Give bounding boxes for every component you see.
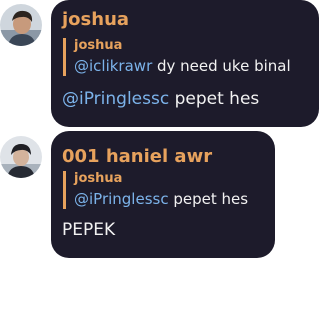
author-name[interactable]: joshua [62, 9, 129, 30]
reply-text-content: pepet hes [168, 190, 249, 208]
message-bubble[interactable]: joshua joshua @iclikrawr dy need uke bin… [51, 0, 319, 127]
message-text: PEPEK [62, 220, 116, 240]
mention-link[interactable]: @iPringlessc [62, 89, 169, 109]
reply-author: joshua [74, 171, 123, 186]
mention-link[interactable]: @iclikrawr [74, 57, 152, 75]
avatar[interactable] [0, 4, 42, 46]
author-name[interactable]: 001 haniel awr [62, 146, 212, 167]
avatar[interactable] [0, 136, 42, 178]
reply-text-content: dy need uke binal [152, 57, 291, 75]
message-text-content: pepet hes [169, 89, 260, 109]
reply-text: @iPringlessc pepet hes [74, 189, 248, 209]
mention-link[interactable]: @iPringlessc [74, 190, 169, 208]
reply-text: @iclikrawr dy need uke binal [74, 56, 291, 76]
message-bubble[interactable]: 001 haniel awr joshua @iPringlessc pepet… [51, 131, 275, 258]
message-text: @iPringlessc pepet hes [62, 89, 259, 109]
reply-author: joshua [74, 38, 123, 53]
reply-quote[interactable]: joshua @iPringlessc pepet hes [63, 171, 248, 209]
reply-quote[interactable]: joshua @iclikrawr dy need uke binal [63, 38, 291, 76]
